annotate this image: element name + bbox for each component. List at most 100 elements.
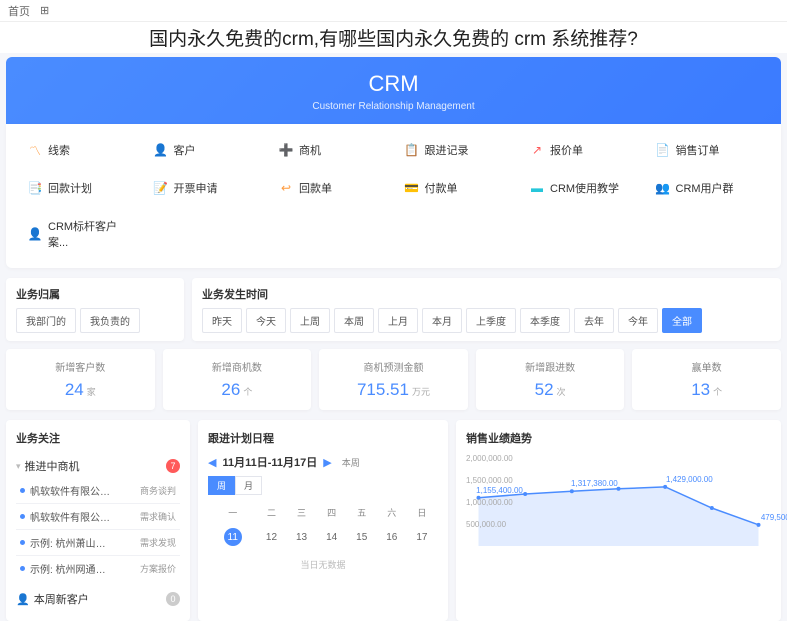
module-5[interactable]: 📄销售订单 xyxy=(652,136,764,164)
time-btn-6[interactable]: 上季度 xyxy=(466,308,516,333)
stat-card-0[interactable]: 新增客户数24家 xyxy=(6,349,155,410)
calendar-day[interactable]: 17 xyxy=(408,524,436,550)
time-btn-1[interactable]: 今天 xyxy=(246,308,286,333)
calendar-prev-icon[interactable]: ◀ xyxy=(208,456,216,469)
stat-value: 26 xyxy=(221,380,240,399)
stat-card-4[interactable]: 赢单数13个 xyxy=(632,349,781,410)
hero-title: CRM xyxy=(6,71,781,97)
apps-icon[interactable]: ⊞ xyxy=(40,4,49,17)
calendar-day[interactable]: 11 xyxy=(210,524,255,550)
time-btn-3[interactable]: 本周 xyxy=(334,308,374,333)
stat-value: 13 xyxy=(691,380,710,399)
opportunity-stage: 需求确认 xyxy=(140,510,176,523)
stat-card-2[interactable]: 商机预测金额715.51万元 xyxy=(319,349,468,410)
opportunity-header[interactable]: ▾推进中商机 7 xyxy=(16,454,180,478)
module-0[interactable]: 〽线索 xyxy=(24,136,136,164)
calendar-day[interactable]: 15 xyxy=(348,524,376,550)
time-btn-0[interactable]: 昨天 xyxy=(202,308,242,333)
time-btn-9[interactable]: 今年 xyxy=(618,308,658,333)
weekday-header: 五 xyxy=(348,503,376,522)
module-6[interactable]: 📑回款计划 xyxy=(24,174,136,202)
stat-value: 715.51 xyxy=(357,380,409,399)
module-7[interactable]: 📝 开票申请 xyxy=(150,174,262,202)
filter-time-box: 业务发生时间 昨天今天上周本周上月本月上季度本季度去年今年全部 xyxy=(192,278,781,341)
filter-owner-box: 业务归属 我部门的我负责的 xyxy=(6,278,184,341)
opportunity-item[interactable]: 示例: 杭州网通云...方案报价 xyxy=(16,555,180,581)
opportunity-item[interactable]: 示例: 杭州萧山国... 需求发现 xyxy=(16,529,180,555)
home-link[interactable]: 首页 xyxy=(8,3,30,19)
module-icon: ↩ xyxy=(279,181,293,195)
time-btn-5[interactable]: 本月 xyxy=(422,308,462,333)
module-label: 商机 xyxy=(299,142,321,158)
module-label: CRM使用教学 xyxy=(550,180,619,196)
module-3[interactable]: 📋跟进记录 xyxy=(401,136,513,164)
opportunity-stage: 商务谈判 xyxy=(140,484,176,497)
module-icon: 📝 xyxy=(154,181,168,195)
module-2[interactable]: ➕ 商机 xyxy=(275,136,387,164)
time-btn-10[interactable]: 全部 xyxy=(662,308,702,333)
chart-panel: 销售业绩趋势 500,000.001,000,000.001,500,000.0… xyxy=(456,420,781,621)
module-label: 开票申请 xyxy=(174,180,218,196)
focus-panel: 业务关注 ▾推进中商机 7 帆软软件有限公司...商务谈判帆软软件有限公司...… xyxy=(6,420,190,621)
calendar-day[interactable]: 14 xyxy=(318,524,346,550)
owner-btn-1[interactable]: 我负责的 xyxy=(80,308,140,333)
module-icon: 👤 xyxy=(28,227,42,241)
calendar-next-icon[interactable]: ▶ xyxy=(323,456,331,469)
stat-card-1[interactable]: 新增商机数 26个 xyxy=(163,349,312,410)
module-label: CRM用户群 xyxy=(676,180,734,196)
stat-label: 新增跟进数 xyxy=(488,359,613,374)
module-icon: 📋 xyxy=(405,143,419,157)
calendar-nodata: 当日无数据 xyxy=(208,552,438,577)
time-btn-2[interactable]: 上周 xyxy=(290,308,330,333)
calendar-tab-周[interactable]: 周 xyxy=(208,476,235,495)
stat-card-3[interactable]: 新增跟进数52次 xyxy=(476,349,625,410)
module-9[interactable]: 💳 付款单 xyxy=(401,174,513,202)
module-label: 客户 xyxy=(174,142,196,158)
module-label: 付款单 xyxy=(425,180,458,196)
opportunity-name: 帆软软件有限公司... xyxy=(30,483,110,498)
time-btn-8[interactable]: 去年 xyxy=(574,308,614,333)
opportunity-title: 推进中商机 xyxy=(25,458,80,474)
stat-label: 新增客户数 xyxy=(18,359,143,374)
stat-label: 新增商机数 xyxy=(175,359,300,374)
calendar-tab-月[interactable]: 月 xyxy=(235,476,262,495)
new-customer-badge: 0 xyxy=(166,592,180,606)
opportunity-name: 示例: 杭州萧山国... xyxy=(30,535,110,550)
calendar-day[interactable]: 12 xyxy=(257,524,285,550)
opportunity-item[interactable]: 帆软软件有限公司...需求确认 xyxy=(16,503,180,529)
calendar-panel: 跟进计划日程 ◀ 11月11日-11月17日 ▶ 本周 周月 一二三四五六日 1… xyxy=(198,420,448,621)
calendar-day[interactable]: 16 xyxy=(378,524,406,550)
calendar-grid: 一二三四五六日 11121314151617 xyxy=(208,501,438,552)
module-icon: 💳 xyxy=(405,181,419,195)
page-title: 国内永久免费的crm,有哪些国内永久免费的 crm 系统推荐? xyxy=(0,22,787,53)
new-customer-header[interactable]: 👤本周新客户 0 xyxy=(16,587,180,611)
chart-title: 销售业绩趋势 xyxy=(466,430,771,446)
module-12[interactable]: 👤CRM标杆客户案... xyxy=(24,212,136,256)
module-8[interactable]: ↩ 回款单 xyxy=(275,174,387,202)
calendar-scope: 本周 xyxy=(342,456,360,469)
bullet-icon xyxy=(20,540,25,545)
stat-unit: 个 xyxy=(243,387,252,397)
module-icon: ↗ xyxy=(530,143,544,157)
module-10[interactable]: ▬CRM使用教学 xyxy=(526,174,638,202)
module-label: 回款单 xyxy=(299,180,332,196)
module-icon: 👤 xyxy=(154,143,168,157)
time-btn-7[interactable]: 本季度 xyxy=(520,308,570,333)
calendar-day[interactable]: 13 xyxy=(288,524,316,550)
stat-label: 赢单数 xyxy=(644,359,769,374)
module-4[interactable]: ↗报价单 xyxy=(526,136,638,164)
module-icon: ➕ xyxy=(279,143,293,157)
module-label: 销售订单 xyxy=(676,142,720,158)
stat-label: 商机预测金额 xyxy=(331,359,456,374)
owner-btn-0[interactable]: 我部门的 xyxy=(16,308,76,333)
opportunity-badge: 7 xyxy=(166,459,180,473)
time-btn-4[interactable]: 上月 xyxy=(378,308,418,333)
module-11[interactable]: 👥CRM用户群 xyxy=(652,174,764,202)
opportunity-stage: 需求发现 xyxy=(140,536,176,549)
opportunity-stage: 方案报价 xyxy=(140,562,176,575)
opportunity-item[interactable]: 帆软软件有限公司... 商务谈判 xyxy=(16,478,180,503)
stat-unit: 次 xyxy=(557,387,566,397)
calendar-range: 11月11日-11月17日 xyxy=(222,454,317,470)
module-label: 回款计划 xyxy=(48,180,92,196)
module-1[interactable]: 👤 客户 xyxy=(150,136,262,164)
